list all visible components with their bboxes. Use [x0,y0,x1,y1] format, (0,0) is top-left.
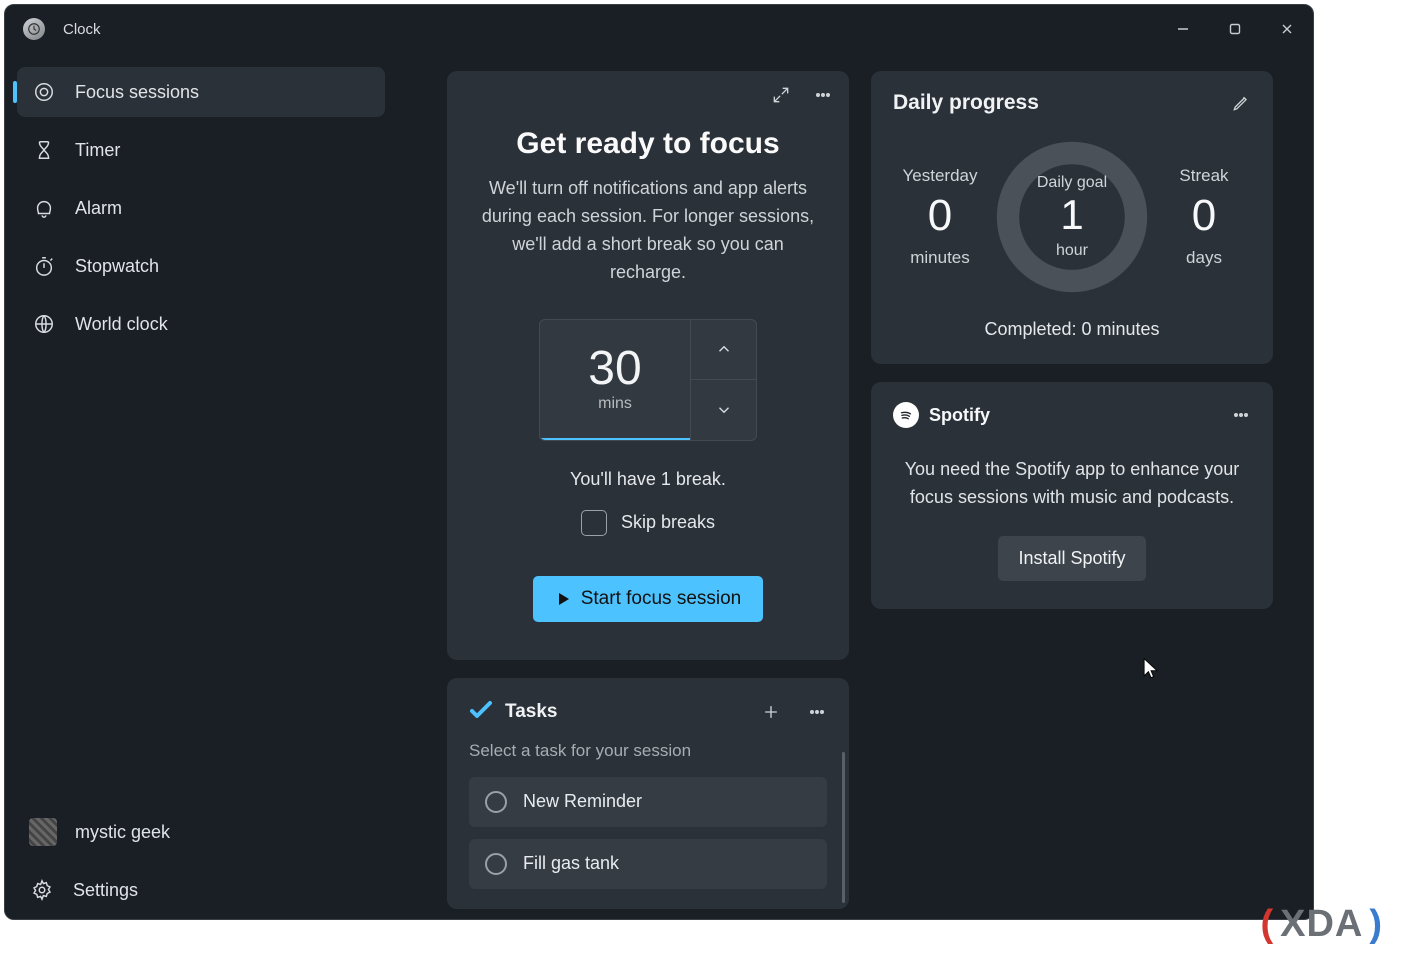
install-spotify-button[interactable]: Install Spotify [998,536,1145,581]
completed-text: Completed: 0 minutes [893,319,1251,340]
tasks-title: Tasks [505,701,749,723]
sidebar-item-stopwatch[interactable]: Stopwatch [17,241,385,291]
sidebar-item-label: Timer [75,140,120,161]
alarm-icon [29,197,59,219]
gear-icon [31,879,53,901]
focus-title: Get ready to focus [469,127,827,161]
sidebar-item-label: Stopwatch [75,256,159,277]
spotify-icon [893,402,919,428]
tasks-app-icon [469,698,493,727]
sidebar-item-label: World clock [75,314,168,335]
spotify-description: You need the Spotify app to enhance your… [893,446,1251,512]
window-minimize-button[interactable] [1157,9,1209,49]
timer-icon [29,139,59,161]
spotify-card: Spotify You need the Spotify app to enha… [871,382,1273,609]
streak-stat: Streak 0 days [1159,166,1249,268]
chevron-up-icon [715,340,733,358]
sidebar-item-timer[interactable]: Timer [17,125,385,175]
titlebar: Clock [5,5,1313,53]
sidebar-item-label: Focus sessions [75,82,199,103]
task-radio[interactable] [485,791,507,813]
duration-value: 30 [588,345,641,393]
spotify-name: Spotify [929,405,990,426]
duration-decrease-button[interactable] [690,380,756,440]
focus-description: We'll turn off notifications and app ale… [469,175,827,287]
spotify-more-button[interactable] [1231,405,1251,425]
world-clock-icon [29,313,59,335]
daily-goal-ring: Daily goal 1 hour [992,137,1152,297]
yesterday-stat: Yesterday 0 minutes [895,166,985,268]
tasks-scrollbar[interactable] [842,752,845,903]
skip-breaks-label: Skip breaks [621,512,715,533]
sidebar-user-name: mystic geek [75,822,170,843]
chevron-down-icon [715,401,733,419]
sidebar: Focus sessions Timer Alarm Stopwatch [5,53,397,919]
duration-display[interactable]: 30 mins [540,320,690,440]
more-icon[interactable] [813,85,833,105]
app-icon [23,18,45,40]
more-icon [1231,405,1251,425]
more-icon [807,702,827,722]
pencil-icon [1231,93,1251,113]
sidebar-user-account[interactable]: mystic geek [17,807,385,857]
sidebar-item-alarm[interactable]: Alarm [17,183,385,233]
start-button-label: Start focus session [581,588,742,610]
sidebar-settings-label: Settings [73,880,138,901]
focus-sessions-icon [29,81,59,103]
break-info: You'll have 1 break. [469,469,827,490]
start-focus-session-button[interactable]: Start focus session [533,576,764,622]
skip-breaks-checkbox[interactable] [581,510,607,536]
sidebar-item-focus-sessions[interactable]: Focus sessions [17,67,385,117]
xda-watermark: (XDA) [1260,903,1383,946]
window-close-button[interactable] [1261,9,1313,49]
add-task-button[interactable] [761,702,781,722]
task-label: Fill gas tank [523,853,619,874]
avatar [29,818,57,846]
focus-session-card: Get ready to focus We'll turn off notifi… [447,71,849,660]
spotify-brand: Spotify [893,402,990,428]
task-radio[interactable] [485,853,507,875]
task-item[interactable]: Fill gas tank [469,839,827,889]
app-title: Clock [63,21,101,38]
daily-progress-card: Daily progress Yesterday 0 minutes [871,71,1273,364]
duration-picker: 30 mins [539,319,757,441]
sidebar-item-label: Alarm [75,198,122,219]
collapse-icon[interactable] [771,85,791,105]
tasks-more-button[interactable] [807,702,827,722]
plus-icon [761,702,781,722]
daily-progress-title: Daily progress [893,91,1039,115]
main-content: Get ready to focus We'll turn off notifi… [397,53,1313,919]
task-item[interactable]: New Reminder [469,777,827,827]
task-label: New Reminder [523,791,642,812]
app-window: Clock Focus sessions Timer [4,4,1314,920]
stopwatch-icon [29,255,59,277]
tasks-card: Tasks Select a task for your session Ne [447,678,849,909]
window-maximize-button[interactable] [1209,9,1261,49]
play-icon [555,591,571,607]
sidebar-settings[interactable]: Settings [17,865,385,915]
duration-unit: mins [598,395,632,413]
sidebar-item-world-clock[interactable]: World clock [17,299,385,349]
edit-goal-button[interactable] [1231,93,1251,113]
tasks-hint: Select a task for your session [469,741,827,761]
duration-increase-button[interactable] [690,320,756,381]
